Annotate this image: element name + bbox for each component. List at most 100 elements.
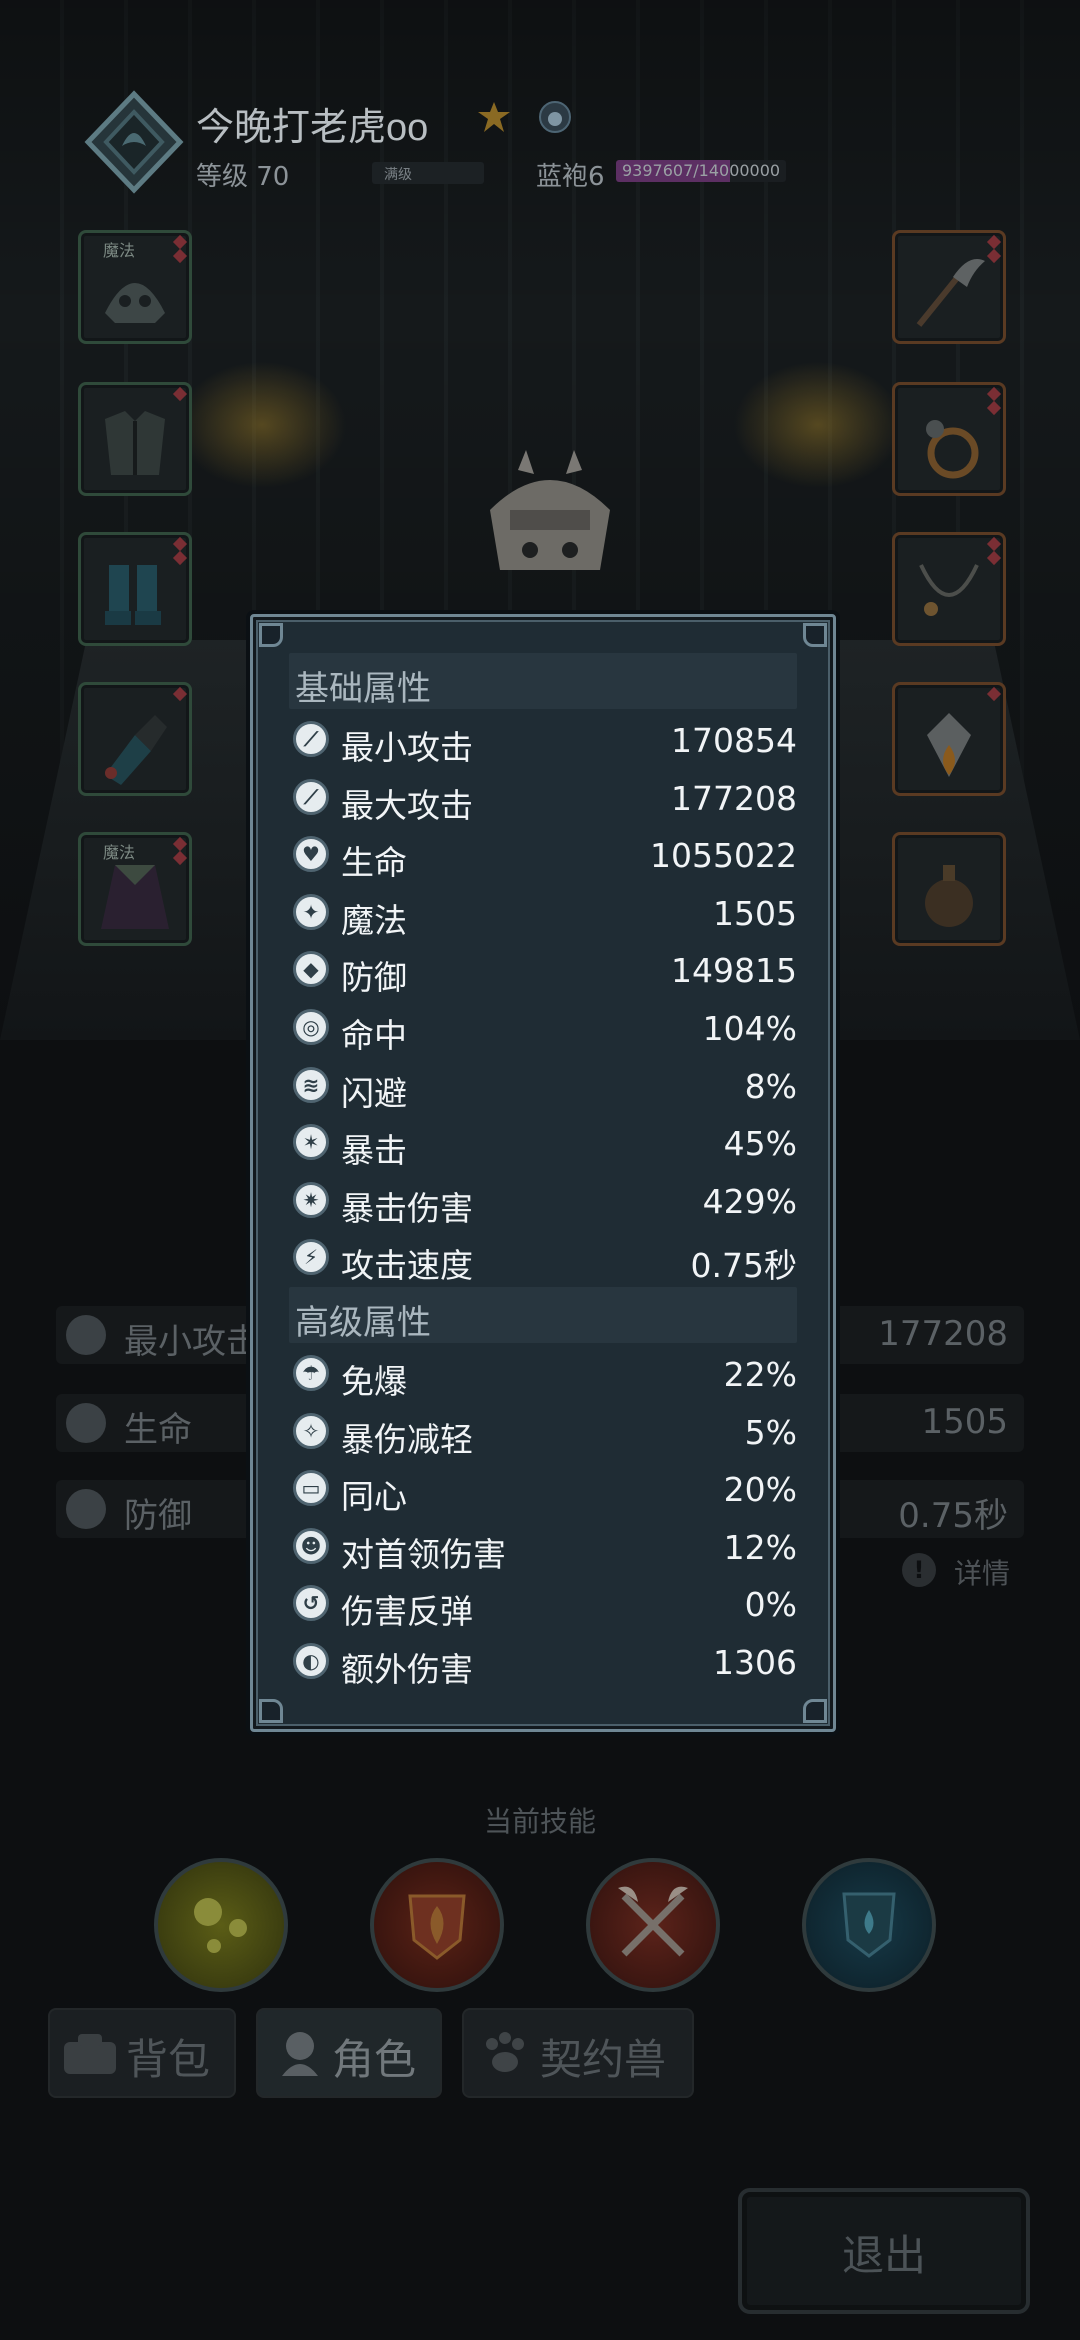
exit-button[interactable]: 退出	[738, 2188, 1030, 2314]
unity-icon: ▭	[293, 1470, 329, 1507]
crit-icon: ✶	[293, 1124, 329, 1161]
stat-value: 1306	[713, 1643, 797, 1682]
boots-icon	[105, 565, 161, 625]
panel-corner	[259, 1699, 283, 1723]
sun-badge-icon	[478, 102, 510, 132]
rank-emblem-icon	[84, 90, 184, 194]
stat-value: 45%	[723, 1124, 797, 1164]
equip-slot-cape[interactable]: 魔法	[78, 832, 192, 946]
bg-stat-label: 最小攻击	[124, 1322, 260, 1362]
paw-icon	[486, 2032, 524, 2072]
bubbles-skill-icon[interactable]	[154, 1858, 288, 1992]
bg-stat-value: 0.75秒	[898, 1496, 1008, 1536]
stat-row: ≋ 闪避 8%	[289, 1057, 797, 1113]
rank-label: 蓝袍6	[536, 162, 605, 192]
detail-link[interactable]: 详情	[954, 1552, 1010, 1592]
fire-gem-icon	[927, 713, 971, 777]
crit-damage-icon: ✷	[293, 1181, 329, 1218]
gauntlet-icon	[105, 715, 167, 785]
slot-gem	[172, 836, 188, 852]
helmet-icon	[105, 283, 165, 323]
stat-value: 0.75秒	[690, 1246, 797, 1286]
magic-icon: ✦	[293, 893, 329, 930]
stat-value: 12%	[723, 1527, 797, 1567]
stat-row: ✦ 魔法 1505	[289, 884, 797, 940]
bg-stat-label: 生命	[124, 1410, 192, 1450]
tab-label: 契约兽	[540, 2035, 667, 2084]
stat-label: 闪避	[341, 1073, 407, 1113]
equip-slot-weapon[interactable]	[892, 230, 1006, 344]
dodge-icon: ≋	[293, 1066, 329, 1103]
equip-slot-gem[interactable]	[892, 682, 1006, 796]
weapon-icon	[916, 259, 985, 327]
info-icon: !	[902, 1553, 936, 1587]
equip-slot-necklace[interactable]	[892, 532, 1006, 646]
advanced-attributes-header: 高级属性	[289, 1287, 797, 1343]
stat-row: ⟋ 最小攻击 170854	[289, 711, 797, 767]
stat-label: 攻击速度	[341, 1246, 473, 1286]
skills-title: 当前技能	[483, 1805, 596, 1838]
stat-label: 暴伤减轻	[341, 1419, 473, 1459]
stat-row: ⟋ 最大攻击 177208	[289, 769, 797, 825]
stat-row: ◐ 额外伤害 1306	[289, 1633, 797, 1689]
stat-value: 1505	[713, 893, 797, 933]
level-bar: 满级	[372, 162, 484, 184]
slot-gem	[172, 850, 188, 866]
cape-icon	[101, 865, 169, 929]
stat-value: 5%	[744, 1412, 797, 1452]
water-shield-graphic	[842, 1892, 896, 1958]
equip-slot-boots[interactable]	[78, 532, 192, 646]
bg-stat-value: 1505	[921, 1402, 1008, 1442]
stat-value: 22%	[723, 1355, 797, 1394]
heart-icon	[66, 1403, 106, 1443]
tab-pet[interactable]: 契约兽	[462, 2008, 694, 2098]
attack-speed-icon: ⚡	[293, 1239, 329, 1276]
crit-reduce-icon: ✧	[293, 1412, 329, 1449]
character-icon	[282, 2032, 318, 2076]
stat-label: 命中	[341, 1016, 407, 1055]
stat-label: 暴击伤害	[341, 1188, 473, 1228]
slot-gem	[172, 536, 188, 552]
water-shield-skill-icon[interactable]	[802, 1858, 936, 1992]
stat-value: 8%	[744, 1066, 797, 1106]
basic-attributes-header: 基础属性	[289, 653, 797, 709]
equip-slot-gauntlet[interactable]	[78, 682, 192, 796]
xp-bar: 9397607/14000000	[616, 160, 786, 182]
tab-bag[interactable]: 背包	[48, 2008, 236, 2098]
shield-icon	[66, 1489, 106, 1529]
character-avatar	[490, 450, 610, 570]
tab-label: 角色	[332, 2035, 417, 2084]
bg-stat-value: 177208	[878, 1314, 1008, 1354]
stat-value: 177208	[671, 778, 797, 818]
flame-shield-skill-icon[interactable]	[370, 1858, 504, 1992]
slot-gem	[986, 400, 1002, 416]
slot-gem	[986, 686, 1002, 702]
exit-button-label: 退出	[841, 2231, 926, 2280]
stat-label: 同心	[341, 1477, 407, 1517]
equip-slot-helmet[interactable]: 魔法	[78, 230, 192, 344]
crossed-axes-skill-icon[interactable]	[586, 1858, 720, 1992]
panel-corner	[803, 623, 827, 647]
stat-value: 170854	[671, 721, 797, 760]
level-label: 等级 70	[196, 162, 290, 192]
slot-gem	[986, 536, 1002, 552]
bubbles-graphic	[194, 1898, 247, 1953]
bg-stat-label: 防御	[124, 1496, 192, 1536]
sword-icon: ⟋	[293, 778, 329, 815]
equip-slot-ring[interactable]	[892, 382, 1006, 496]
moon-badge-icon	[539, 101, 571, 133]
crossed-axes-graphic	[618, 1886, 688, 1957]
stat-label: 额外伤害	[341, 1650, 473, 1689]
tab-character[interactable]: 角色	[256, 2008, 442, 2098]
equip-slot-armor[interactable]	[78, 382, 192, 496]
stat-label: 最大攻击	[341, 785, 473, 825]
ring-icon	[926, 420, 979, 479]
slot-gem	[986, 248, 1002, 264]
crit-immune-icon: ☂	[293, 1355, 329, 1391]
necklace-icon	[919, 564, 979, 616]
target-icon: ◎	[293, 1009, 329, 1045]
stat-label: 生命	[341, 843, 407, 883]
equip-slot-potion[interactable]	[892, 832, 1006, 946]
stat-row: ♥ 生命 1055022	[289, 826, 797, 882]
stat-label: 免爆	[341, 1362, 407, 1401]
